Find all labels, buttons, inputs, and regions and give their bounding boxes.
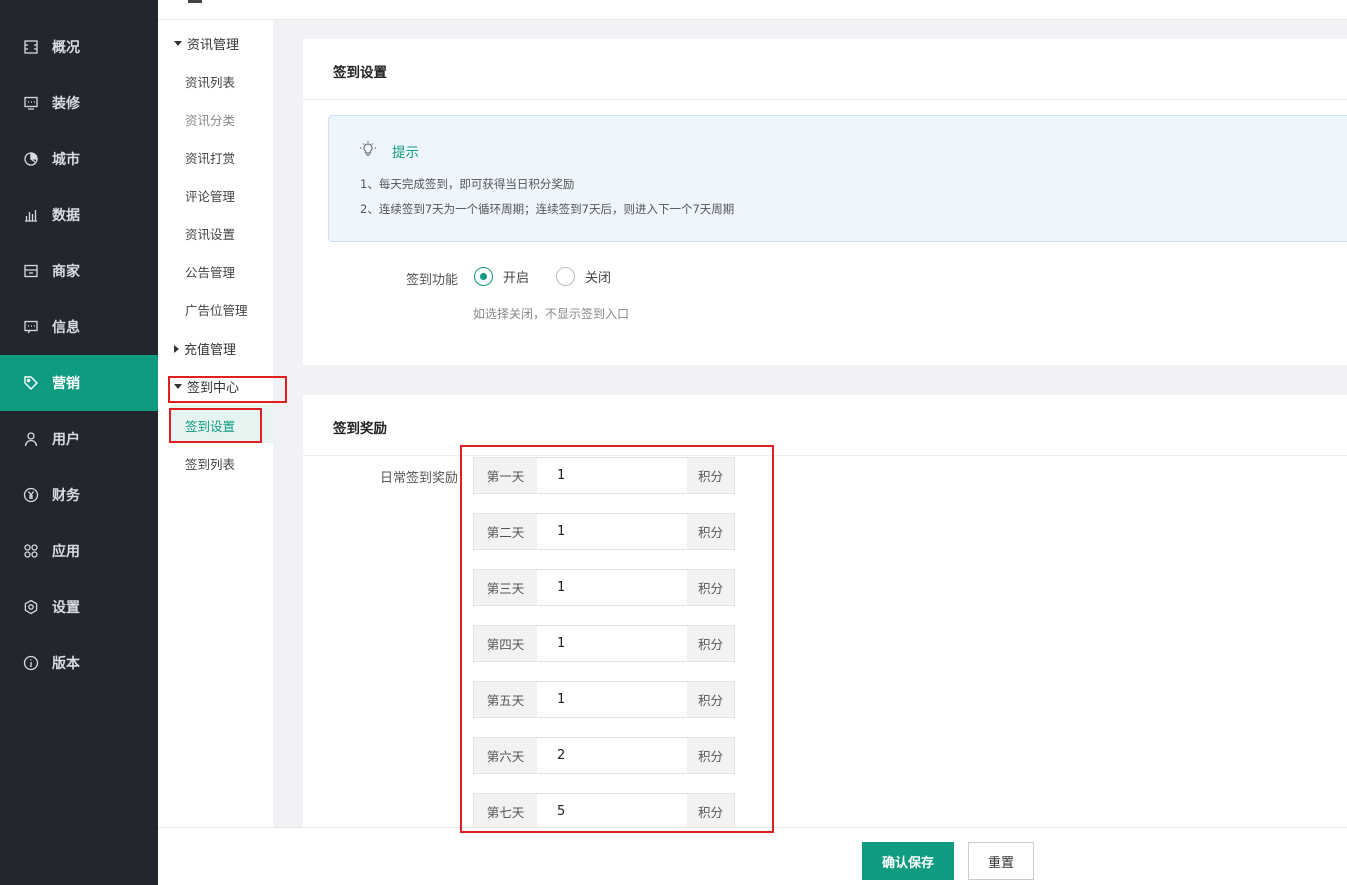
data-icon bbox=[22, 206, 40, 224]
reward-input-day4[interactable] bbox=[537, 626, 687, 661]
daily-reward-label: 日常签到奖励 bbox=[379, 471, 458, 486]
radio-on[interactable]: 开启 bbox=[474, 267, 529, 286]
message-icon bbox=[22, 318, 40, 336]
nav-item-user[interactable]: 用户 bbox=[0, 411, 158, 467]
subnav-group-news[interactable]: 资讯管理 bbox=[174, 34, 239, 53]
subnav-item-news-category[interactable]: 资讯分类 bbox=[185, 110, 235, 129]
function-hint: 如选择关闭，不显示签到入口 bbox=[473, 307, 630, 321]
radio-unchecked-icon bbox=[556, 267, 575, 286]
lightbulb-icon bbox=[360, 141, 376, 156]
nav-item-decorate[interactable]: 装修 bbox=[0, 75, 158, 131]
caret-right-icon bbox=[174, 344, 179, 353]
tip-box: 提示 1、每天完成签到，即可获得当日积分奖励 2、连续签到7天为一个循环周期；连… bbox=[328, 115, 1347, 242]
caret-down-icon bbox=[174, 41, 182, 46]
top-bar bbox=[158, 0, 1347, 20]
reward-input-day2[interactable] bbox=[537, 514, 687, 549]
nav-item-merchant[interactable]: 商家 bbox=[0, 243, 158, 299]
divider bbox=[303, 455, 1347, 456]
nav-item-finance[interactable]: 财务 bbox=[0, 467, 158, 523]
city-icon bbox=[22, 150, 40, 168]
nav-item-data[interactable]: 数据 bbox=[0, 187, 158, 243]
nav-item-overview[interactable]: 概况 bbox=[0, 19, 158, 75]
checkin-settings-card: 签到设置 提示 1、每天完成签到，即可获得当日积分奖励 2、连续签到7天为一个循… bbox=[303, 39, 1347, 365]
radio-off[interactable]: 关闭 bbox=[556, 267, 611, 286]
reward-input-day7[interactable] bbox=[537, 794, 687, 829]
tip-line: 1、每天完成签到，即可获得当日积分奖励 bbox=[360, 177, 575, 191]
card-title: 签到设置 bbox=[333, 65, 387, 81]
checkin-reward-card: 签到奖励 日常签到奖励 bbox=[303, 395, 1347, 835]
subnav-item-news-list[interactable]: 资讯列表 bbox=[185, 72, 235, 91]
nav-item-message[interactable]: 信息 bbox=[0, 299, 158, 355]
checkin-function-label: 签到功能 bbox=[405, 273, 458, 288]
subnav-item-checkin-list[interactable]: 签到列表 bbox=[185, 454, 235, 473]
nav-item-apps[interactable]: 应用 bbox=[0, 523, 158, 579]
reward-row-day3: 第三天 积分 bbox=[473, 569, 735, 606]
reward-row-day5: 第五天 积分 bbox=[473, 681, 735, 718]
main-sidebar: 概况 装修 城市 数据 商家 信息 营销 用户 财务 应用 设置 版本 bbox=[0, 0, 158, 885]
nav-item-city[interactable]: 城市 bbox=[0, 131, 158, 187]
reward-row-day2: 第二天 积分 bbox=[473, 513, 735, 550]
nav-item-version[interactable]: 版本 bbox=[0, 635, 158, 691]
subnav-item-checkin-settings[interactable]: 签到设置 bbox=[185, 416, 235, 435]
subnav-item-news-settings[interactable]: 资讯设置 bbox=[185, 224, 235, 243]
reward-row-day7: 第七天 积分 bbox=[473, 793, 735, 830]
divider bbox=[303, 99, 1347, 100]
subnav-item-ad-slots[interactable]: 广告位管理 bbox=[185, 300, 248, 319]
reward-input-day6[interactable] bbox=[537, 738, 687, 773]
user-icon bbox=[22, 430, 40, 448]
reset-button[interactable]: 重置 bbox=[968, 842, 1034, 880]
gear-icon bbox=[22, 598, 40, 616]
reward-input-day5[interactable] bbox=[537, 682, 687, 717]
info-icon bbox=[22, 654, 40, 672]
tag-icon bbox=[22, 374, 40, 392]
subnav-item-comments[interactable]: 评论管理 bbox=[185, 186, 235, 205]
tip-line: 2、连续签到7天为一个循环周期；连续签到7天后，则进入下一个7天周期 bbox=[360, 202, 735, 216]
save-button[interactable]: 确认保存 bbox=[862, 842, 954, 880]
yen-icon bbox=[22, 486, 40, 504]
reward-row-day4: 第四天 积分 bbox=[473, 625, 735, 662]
subnav-group-checkin[interactable]: 签到中心 bbox=[174, 377, 239, 396]
reward-input-day3[interactable] bbox=[537, 570, 687, 605]
card-title: 签到奖励 bbox=[333, 421, 387, 437]
apps-icon bbox=[22, 542, 40, 560]
reward-row-day1: 第一天 积分 bbox=[473, 457, 735, 494]
nav-item-settings[interactable]: 设置 bbox=[0, 579, 158, 635]
subnav-item-news-reward[interactable]: 资讯打赏 bbox=[185, 148, 235, 167]
overview-icon bbox=[22, 38, 40, 56]
subnav-item-notices[interactable]: 公告管理 bbox=[185, 262, 235, 281]
subnav-group-recharge[interactable]: 充值管理 bbox=[174, 339, 236, 358]
merchant-icon bbox=[22, 262, 40, 280]
reward-row-day6: 第六天 积分 bbox=[473, 737, 735, 774]
footer-bar: 确认保存 重置 bbox=[158, 827, 1347, 885]
decorate-icon bbox=[22, 94, 40, 112]
radio-checked-icon bbox=[474, 267, 493, 286]
reward-input-day1[interactable] bbox=[537, 458, 687, 493]
nav-item-marketing[interactable]: 营销 bbox=[0, 355, 158, 411]
tip-title: 提示 bbox=[392, 145, 419, 161]
caret-down-icon bbox=[174, 384, 182, 389]
menu-toggle-icon[interactable] bbox=[188, 0, 202, 3]
